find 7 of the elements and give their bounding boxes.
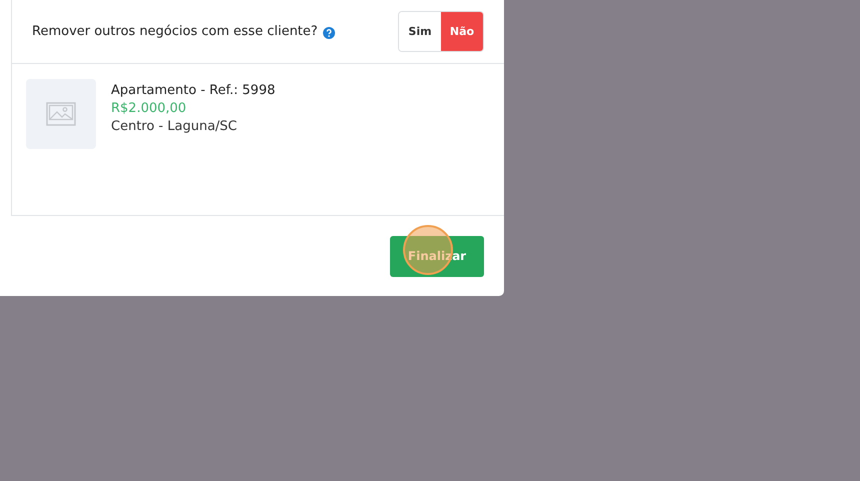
property-price: R$2.000,00 [111, 101, 188, 116]
help-icon[interactable] [322, 26, 335, 38]
property-title: Apartamento - Ref.: 5998 [111, 83, 276, 98]
property-location: Centro - Laguna/SC [111, 119, 238, 134]
question-text: Remover outros negócios com esse cliente? [32, 24, 318, 39]
image-icon [46, 102, 76, 126]
toggle-option[interactable]: Não [441, 12, 483, 51]
